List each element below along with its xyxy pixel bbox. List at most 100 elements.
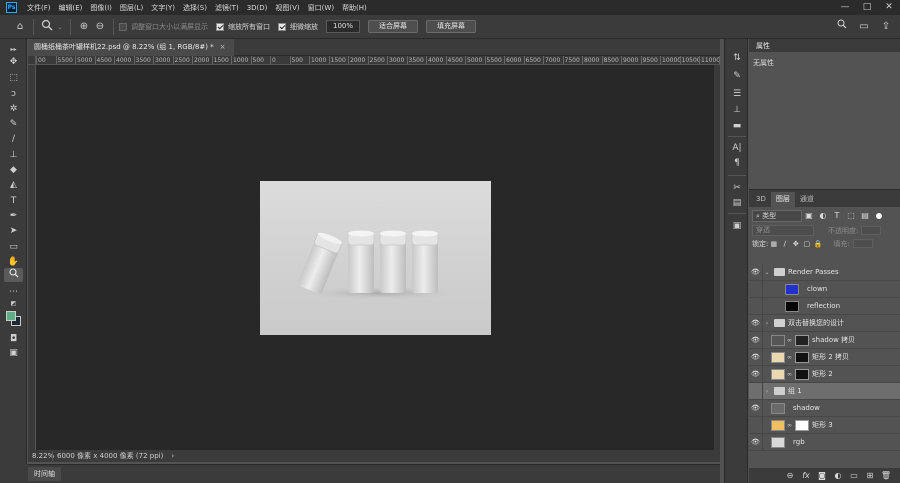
visibility-toggle[interactable] (749, 382, 763, 400)
brush-settings-icon[interactable]: ✎ (729, 69, 745, 83)
checkbox-box[interactable] (278, 22, 286, 31)
menu-select[interactable]: 选择(S) (179, 3, 211, 13)
minimize-button[interactable]: — (834, 0, 856, 15)
lock-all-icon[interactable]: 🔒 (812, 240, 823, 248)
lock-position-icon[interactable]: ✥ (790, 240, 801, 248)
fx-icon[interactable]: fx (798, 471, 814, 480)
tab-layers[interactable]: 图层 (770, 192, 795, 207)
layer-row-render-passes[interactable]: 👁 ⌄ Render Passes (749, 263, 900, 281)
adjustment-icon[interactable]: ◐ (830, 471, 846, 480)
paint-bucket-tool-icon[interactable]: ◭ (4, 178, 23, 192)
menu-file[interactable]: 文件(F) (23, 3, 55, 13)
layer-row-shadow[interactable]: 👁 shadow (749, 399, 900, 417)
type-filter-icon[interactable]: T (830, 211, 844, 220)
lock-transparent-icon[interactable]: ▦ (768, 240, 779, 248)
visibility-toggle[interactable] (749, 297, 763, 315)
stamp-tool-icon[interactable]: ⊥ (4, 148, 23, 162)
styles-icon[interactable]: ▤ (729, 196, 745, 210)
properties-icon[interactable]: ▣ (729, 219, 745, 233)
magic-wand-tool-icon[interactable]: ✲ (4, 102, 23, 116)
shape-filter-icon[interactable]: ⬚ (844, 211, 858, 220)
fill-screen-button[interactable]: 填充屏幕 (426, 20, 477, 33)
home-icon[interactable]: ⌂ (12, 19, 28, 35)
menu-window[interactable]: 窗口(W) (304, 3, 338, 13)
layer-row-group1[interactable]: › 组 1 (749, 382, 900, 400)
layer-row-clown[interactable]: clown (749, 280, 900, 298)
maximize-button[interactable]: □ (856, 0, 878, 15)
zoom-percent-field[interactable]: 100% (326, 20, 361, 33)
smart-object-filter-icon[interactable]: ▤ (858, 211, 872, 220)
chevron-down-icon[interactable]: ⌄ (55, 19, 65, 35)
visibility-toggle[interactable]: 👁 (749, 331, 763, 349)
document-image[interactable] (260, 181, 491, 335)
brush-tool-icon[interactable]: ∕ (4, 132, 23, 146)
path-selection-tool-icon[interactable]: ➤ (4, 224, 23, 238)
canvas-area[interactable] (36, 65, 714, 450)
eyedropper-tool-icon[interactable]: ✎ (4, 117, 23, 131)
chevron-down-icon[interactable]: ⌄ (763, 269, 771, 276)
visibility-toggle[interactable] (749, 416, 763, 434)
lock-image-icon[interactable]: ∕ (779, 240, 790, 248)
opacity-field[interactable] (861, 226, 882, 235)
layer-row-rgb[interactable]: 👁 rgb (749, 433, 900, 451)
fit-screen-button[interactable]: 适合屏幕 (368, 20, 419, 33)
document-tab[interactable]: 圆桶纸桶茶叶罐样机22.psd @ 8.22% (组 1, RGB/8#) * … (28, 39, 234, 56)
visibility-toggle[interactable]: 👁 (749, 399, 763, 417)
tab-properties[interactable]: 属性 (753, 41, 773, 51)
new-layer-icon[interactable]: ⊞ (862, 471, 878, 480)
status-menu-icon[interactable]: › (171, 452, 174, 460)
filter-toggle[interactable] (876, 212, 882, 219)
link-icon[interactable]: ⊖ (782, 471, 798, 480)
swap-colors-icon[interactable]: ◩ (4, 297, 23, 311)
share-icon[interactable]: ⇪ (878, 19, 894, 35)
menu-edit[interactable]: 编辑(E) (55, 3, 87, 13)
vertical-ruler[interactable] (28, 65, 36, 450)
mask-icon[interactable]: ◙ (814, 471, 830, 480)
folder-icon[interactable]: ▭ (846, 471, 862, 480)
menu-image[interactable]: 图像(I) (86, 3, 116, 13)
layer-kind-filter[interactable]: ⌕ 类型 (752, 209, 802, 222)
visibility-toggle[interactable]: 👁 (749, 263, 763, 281)
close-window-button[interactable]: ✕ (878, 0, 900, 15)
menu-layer[interactable]: 图层(L) (116, 3, 147, 13)
lasso-tool-icon[interactable]: ↄ (4, 87, 23, 101)
checkbox-box[interactable] (216, 22, 224, 31)
screen-mode-icon[interactable]: ▣ (4, 346, 23, 360)
character-icon[interactable]: A| (729, 141, 745, 155)
close-tab-icon[interactable]: × (220, 39, 226, 56)
chevron-right-icon[interactable]: › (763, 320, 771, 327)
ruler-corner[interactable] (28, 56, 36, 65)
tab-timeline[interactable]: 时间轴 (28, 467, 61, 481)
zoom-in-icon[interactable]: ⊕ (76, 19, 92, 35)
menu-help[interactable]: 帮助(H) (338, 3, 371, 13)
pixel-filter-icon[interactable]: ▣ (802, 211, 816, 220)
visibility-toggle[interactable]: 👁 (749, 433, 763, 451)
chevron-right-icon[interactable]: › (763, 388, 771, 395)
resize-windows-checkbox[interactable]: 调整窗口大小以满屏显示 (119, 22, 208, 32)
zoom-tool-icon[interactable] (39, 19, 55, 35)
layer-row-reflection[interactable]: reflection (749, 297, 900, 315)
blend-mode-select[interactable]: 穿透 (752, 225, 814, 236)
status-zoom[interactable]: 8.22% (28, 452, 54, 460)
checkbox-box[interactable] (119, 22, 127, 31)
menu-3d[interactable]: 3D(D) (243, 4, 272, 12)
horizontal-ruler[interactable]: 00 5500 5000 4500 4000 3500 3000 2500 2000 1500 10… (36, 56, 720, 65)
eraser-tool-icon[interactable]: ◆ (4, 163, 23, 177)
tools-icon[interactable]: ✂ (729, 181, 745, 195)
move-tool-icon[interactable]: ✥ (4, 55, 23, 69)
pen-tool-icon[interactable]: ✒ (4, 209, 23, 223)
layer-row-rect2[interactable]: 👁 ∞ 矩形 2 (749, 365, 900, 383)
adjustments-icon[interactable]: ☰ (729, 87, 745, 101)
quick-mask-icon[interactable]: ◘ (4, 332, 23, 346)
menu-view[interactable]: 视图(V) (271, 3, 303, 13)
workspace-icon[interactable]: ▭ (856, 19, 872, 35)
scrubby-zoom-checkbox[interactable]: 细微缩放 (278, 22, 318, 32)
rectangle-tool-icon[interactable]: ▭ (4, 240, 23, 254)
visibility-toggle[interactable] (749, 280, 763, 298)
marquee-tool-icon[interactable]: ⬚ (4, 71, 23, 85)
layer-row-shadow-copy[interactable]: 👁 ∞ shadow 拷贝 (749, 331, 900, 349)
menu-filter[interactable]: 滤镜(T) (211, 3, 243, 13)
stamp-icon[interactable]: ▬ (729, 119, 745, 133)
history-icon[interactable]: ⇅ (729, 51, 745, 65)
tab-3d[interactable]: 3D (751, 192, 771, 207)
